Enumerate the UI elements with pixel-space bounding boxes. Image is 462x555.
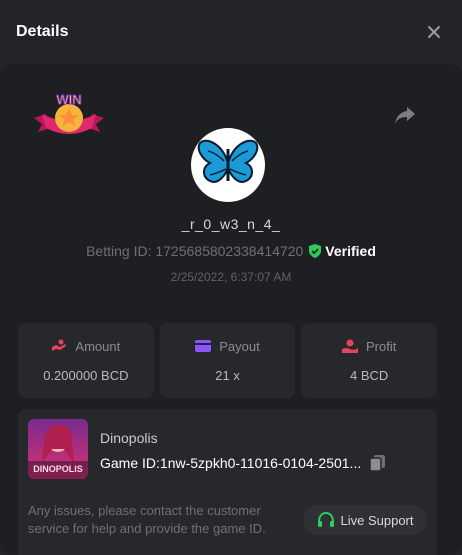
share-icon[interactable]: [393, 104, 417, 126]
stats-row: Amount 0.200000 BCD Payout 21 x Profit 4…: [18, 323, 438, 398]
game-name: Dinopolis: [100, 430, 158, 446]
live-support-button[interactable]: Live Support: [303, 505, 427, 535]
payout-value: 21 x: [215, 367, 240, 383]
profit-value: 4 BCD: [350, 367, 389, 383]
stat-payout: Payout 21 x: [159, 323, 296, 398]
amount-label: Amount: [75, 338, 121, 354]
bet-date: 2/25/2022, 6:37:07 AM: [170, 270, 292, 284]
verified-label: Verified: [325, 243, 376, 259]
game-card: DINOPOLIS Dinopolis Game ID:1nw-5zpkh0-1…: [18, 409, 437, 555]
stat-profit: Profit 4 BCD: [301, 323, 438, 398]
amount-icon: [52, 339, 67, 351]
amount-value: 0.200000 BCD: [43, 367, 129, 383]
betting-id: Betting ID: 1725685802338414720: [86, 243, 304, 259]
close-icon: [428, 26, 440, 38]
stat-amount: Amount 0.200000 BCD: [18, 323, 154, 398]
modal-title: Details: [16, 23, 69, 40]
headset-icon: [317, 512, 334, 527]
badge-text: WIN: [56, 92, 81, 107]
win-badge-icon: WIN: [34, 92, 104, 134]
shield-check-icon: [309, 244, 322, 258]
game-thumbnail-image: DINOPOLIS: [28, 419, 88, 479]
game-id-row: Game ID:1nw-5zpkh0-11016-0104-2501...: [100, 454, 387, 472]
copy-icon[interactable]: [369, 454, 387, 472]
details-modal: Details WIN _r_0_w3_n_4_ Betting ID: 172…: [0, 0, 462, 555]
username: _r_0_w3_n_4_: [181, 216, 281, 232]
butterfly-icon: [197, 139, 259, 183]
card-icon: [195, 340, 212, 352]
profit-icon: [342, 339, 358, 353]
close-button[interactable]: [422, 20, 446, 44]
profit-label: Profit: [366, 338, 397, 354]
support-notice: Any issues, please contact the customer …: [28, 503, 266, 536]
payout-label: Payout: [219, 338, 260, 354]
modal-header: Details: [0, 0, 462, 64]
details-panel: WIN _r_0_w3_n_4_ Betting ID: 17256858023…: [0, 64, 462, 555]
verified-badge: Verified: [309, 243, 376, 259]
game-id: Game ID:1nw-5zpkh0-11016-0104-2501...: [100, 455, 362, 471]
thumbnail-title: DINOPOLIS: [33, 464, 83, 474]
betting-id-row: Betting ID: 1725685802338414720 Verified: [0, 243, 462, 259]
live-support-label: Live Support: [340, 512, 414, 528]
game-thumbnail[interactable]: DINOPOLIS: [28, 419, 88, 479]
avatar: [191, 128, 265, 202]
